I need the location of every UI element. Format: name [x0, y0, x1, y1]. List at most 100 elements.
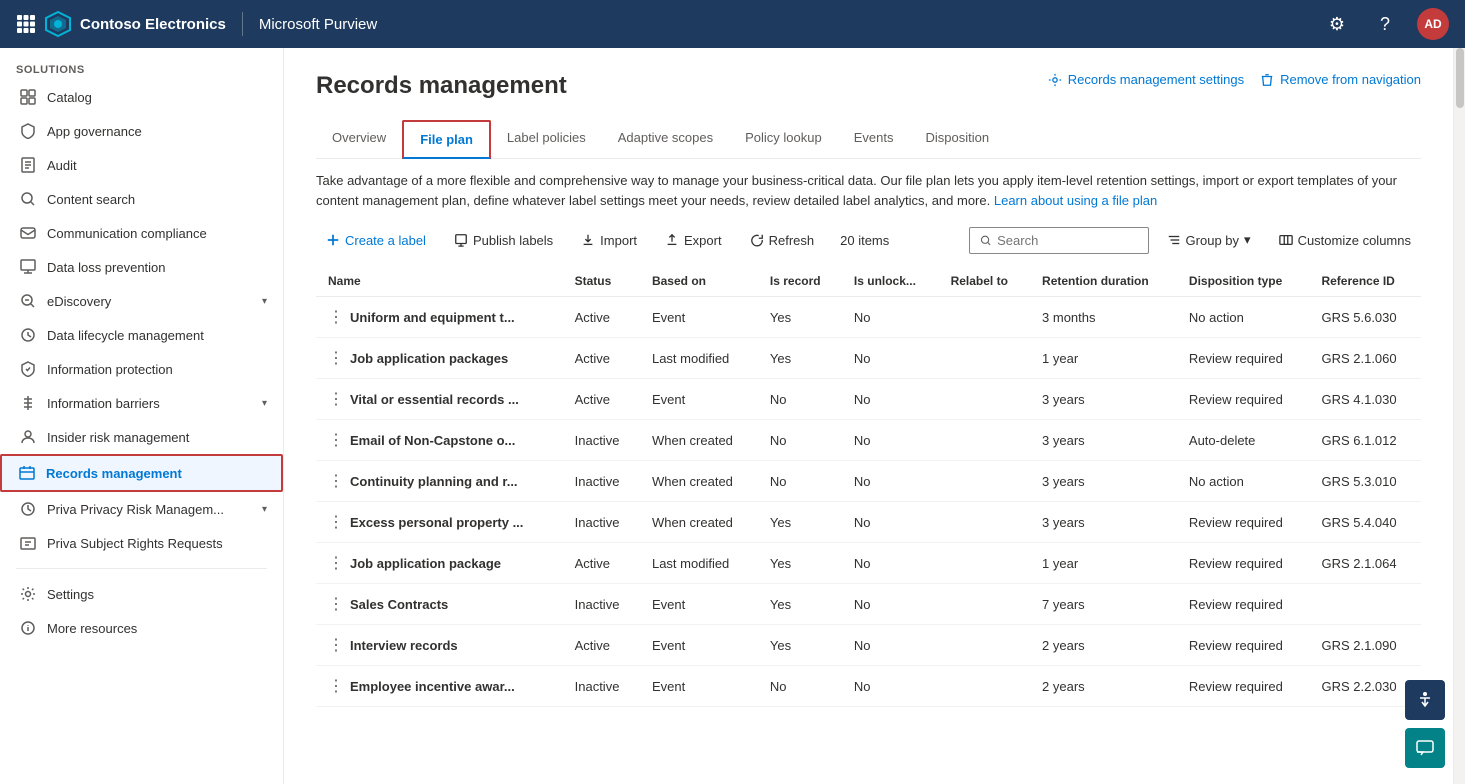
col-reference-id[interactable]: Reference ID	[1309, 266, 1421, 297]
remove-nav-button[interactable]: Remove from navigation	[1260, 72, 1421, 87]
avatar[interactable]: AD	[1417, 8, 1449, 40]
cell-is-unlock: No	[842, 543, 939, 584]
row-menu-icon[interactable]: ⋮	[328, 512, 344, 532]
sidebar-item-content-search[interactable]: Content search	[0, 182, 283, 216]
row-menu-icon[interactable]: ⋮	[328, 389, 344, 409]
sidebar-item-app-governance[interactable]: App governance	[0, 114, 283, 148]
export-button[interactable]: Export	[655, 227, 732, 254]
tab-file-plan[interactable]: File plan	[402, 120, 491, 159]
scrollbar[interactable]	[1453, 48, 1465, 784]
cell-retention-duration: 7 years	[1030, 584, 1177, 625]
tab-adaptive-scopes[interactable]: Adaptive scopes	[602, 120, 729, 159]
help-icon[interactable]: ?	[1369, 8, 1401, 40]
customize-icon	[1279, 233, 1293, 247]
app-governance-label: App governance	[47, 124, 267, 139]
sidebar-item-comm-compliance[interactable]: Communication compliance	[0, 216, 283, 250]
cell-status: Inactive	[563, 420, 640, 461]
records-settings-button[interactable]: Records management settings	[1048, 72, 1244, 87]
tab-label-policies[interactable]: Label policies	[491, 120, 602, 159]
sidebar-item-dlp[interactable]: Data loss prevention	[0, 250, 283, 284]
row-menu-icon[interactable]: ⋮	[328, 471, 344, 491]
tab-disposition[interactable]: Disposition	[909, 120, 1005, 159]
item-count: 20 items	[840, 233, 889, 248]
customize-columns-button[interactable]: Customize columns	[1269, 227, 1421, 254]
search-box[interactable]	[969, 227, 1149, 254]
create-label-button[interactable]: Create a label	[316, 227, 436, 254]
sidebar-section-label: Solutions	[0, 48, 283, 80]
sidebar-item-info-barriers[interactable]: Information barriers ▾	[0, 386, 283, 420]
cell-reference-id	[1309, 584, 1421, 625]
tab-policy-lookup[interactable]: Policy lookup	[729, 120, 838, 159]
cell-relabel-to	[939, 461, 1030, 502]
tab-overview[interactable]: Overview	[316, 120, 402, 159]
sidebar: Solutions Catalog App governance Audit	[0, 48, 284, 784]
waffle-icon[interactable]	[16, 14, 36, 34]
toolbar: Create a label Publish labels Import Exp…	[316, 226, 1421, 254]
insider-risk-icon	[19, 428, 37, 446]
table-row: ⋮ Excess personal property ... Inactive …	[316, 502, 1421, 543]
cell-name: ⋮ Excess personal property ...	[316, 502, 563, 543]
cell-name: ⋮ Uniform and equipment t...	[316, 297, 563, 338]
refresh-button[interactable]: Refresh	[740, 227, 825, 254]
fab-chat-button[interactable]	[1405, 728, 1445, 768]
audit-icon	[19, 156, 37, 174]
col-is-unlock[interactable]: Is unlock...	[842, 266, 939, 297]
cell-disposition-type: Review required	[1177, 625, 1310, 666]
row-menu-icon[interactable]: ⋮	[328, 430, 344, 450]
row-menu-icon[interactable]: ⋮	[328, 307, 344, 327]
row-menu-icon[interactable]: ⋮	[328, 594, 344, 614]
comm-compliance-label: Communication compliance	[47, 226, 267, 241]
group-by-icon	[1167, 233, 1181, 247]
table-row: ⋮ Sales Contracts Inactive Event Yes No …	[316, 584, 1421, 625]
row-menu-icon[interactable]: ⋮	[328, 553, 344, 573]
cell-is-unlock: No	[842, 584, 939, 625]
sidebar-item-info-protection[interactable]: Information protection	[0, 352, 283, 386]
col-is-record[interactable]: Is record	[758, 266, 842, 297]
table-header-row: Name Status Based on Is record Is unlock…	[316, 266, 1421, 297]
col-status[interactable]: Status	[563, 266, 640, 297]
priva-subject-label: Priva Subject Rights Requests	[47, 536, 267, 551]
col-retention-duration[interactable]: Retention duration	[1030, 266, 1177, 297]
import-icon	[581, 233, 595, 247]
data-lifecycle-icon	[19, 326, 37, 344]
comm-compliance-icon	[19, 224, 37, 242]
records-management-label: Records management	[46, 466, 265, 481]
sidebar-item-priva-privacy[interactable]: Priva Privacy Risk Managem... ▾	[0, 492, 283, 526]
col-disposition-type[interactable]: Disposition type	[1177, 266, 1310, 297]
sidebar-item-catalog[interactable]: Catalog	[0, 80, 283, 114]
table-row: ⋮ Uniform and equipment t... Active Even…	[316, 297, 1421, 338]
cell-name: ⋮ Vital or essential records ...	[316, 379, 563, 420]
fab-accessibility-button[interactable]	[1405, 680, 1445, 720]
row-menu-icon[interactable]: ⋮	[328, 348, 344, 368]
tab-events[interactable]: Events	[838, 120, 910, 159]
row-menu-icon[interactable]: ⋮	[328, 635, 344, 655]
settings-icon[interactable]: ⚙	[1321, 8, 1353, 40]
row-menu-icon[interactable]: ⋮	[328, 676, 344, 696]
col-relabel-to[interactable]: Relabel to	[939, 266, 1030, 297]
cell-reference-id: GRS 2.1.060	[1309, 338, 1421, 379]
sidebar-item-data-lifecycle[interactable]: Data lifecycle management	[0, 318, 283, 352]
row-name-value: Sales Contracts	[350, 597, 448, 612]
settings-label: Settings	[47, 587, 267, 602]
learn-more-link[interactable]: Learn about using a file plan	[994, 193, 1157, 208]
sidebar-item-ediscovery[interactable]: eDiscovery ▾	[0, 284, 283, 318]
group-by-button[interactable]: Group by ▾	[1157, 226, 1261, 254]
sidebar-item-more-resources[interactable]: More resources	[0, 611, 283, 645]
col-based-on[interactable]: Based on	[640, 266, 758, 297]
sidebar-item-records-management[interactable]: Records management	[0, 454, 283, 492]
sidebar-item-insider-risk[interactable]: Insider risk management	[0, 420, 283, 454]
publish-icon	[454, 233, 468, 247]
sidebar-item-audit[interactable]: Audit	[0, 148, 283, 182]
scrollbar-thumb[interactable]	[1456, 48, 1464, 108]
app-logo[interactable]: Contoso Electronics	[16, 10, 226, 38]
import-button[interactable]: Import	[571, 227, 647, 254]
publish-labels-button[interactable]: Publish labels	[444, 227, 563, 254]
sidebar-item-priva-subject[interactable]: Priva Subject Rights Requests	[0, 526, 283, 560]
cell-retention-duration: 3 years	[1030, 502, 1177, 543]
search-input[interactable]	[997, 233, 1137, 248]
page-header-actions: Records management settings Remove from …	[1048, 72, 1421, 87]
cell-retention-duration: 3 years	[1030, 461, 1177, 502]
col-name[interactable]: Name	[316, 266, 563, 297]
sidebar-divider	[16, 568, 267, 569]
sidebar-item-settings[interactable]: Settings	[0, 577, 283, 611]
